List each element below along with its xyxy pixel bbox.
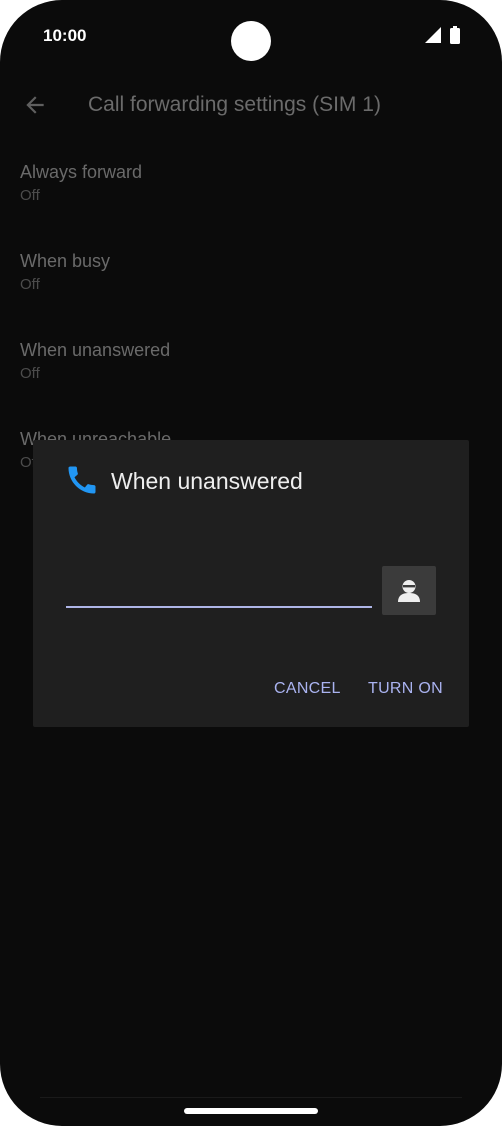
nav-divider xyxy=(40,1097,462,1098)
turn-on-button[interactable]: TURN ON xyxy=(368,680,443,698)
front-camera xyxy=(231,21,271,61)
contact-icon xyxy=(398,580,420,602)
pref-summary: Off xyxy=(20,365,40,382)
pref-when-unanswered[interactable]: When unanswered Off xyxy=(20,338,480,385)
home-gesture-handle[interactable] xyxy=(184,1108,318,1114)
phone-icon xyxy=(68,466,96,494)
pick-contact-button[interactable] xyxy=(382,566,436,615)
pref-title: Always forward xyxy=(20,162,143,182)
dialog-title: When unanswered xyxy=(111,468,303,494)
forwarding-number-input[interactable] xyxy=(66,570,372,608)
back-arrow-icon[interactable] xyxy=(22,92,48,118)
cell-signal-icon xyxy=(425,27,441,43)
phone-screen: 10:00 Call forwarding settings (SIM 1) A… xyxy=(0,0,502,1126)
pref-always-forward[interactable]: Always forward Off xyxy=(20,160,480,207)
page-title: Call forwarding settings (SIM 1) xyxy=(88,93,381,116)
pref-title: When busy xyxy=(20,251,111,271)
pref-summary: Off xyxy=(20,276,40,293)
status-bar: 10:00 xyxy=(0,0,502,72)
pref-summary: Off xyxy=(20,187,40,204)
forwarding-dialog: When unanswered CANCEL TURN ON xyxy=(33,440,469,727)
status-time: 10:00 xyxy=(43,26,87,45)
pref-when-busy[interactable]: When busy Off xyxy=(20,249,480,296)
app-bar: Call forwarding settings (SIM 1) xyxy=(0,80,502,136)
pref-title: When unanswered xyxy=(20,340,171,360)
battery-icon xyxy=(450,26,460,44)
cancel-button[interactable]: CANCEL xyxy=(274,680,341,698)
